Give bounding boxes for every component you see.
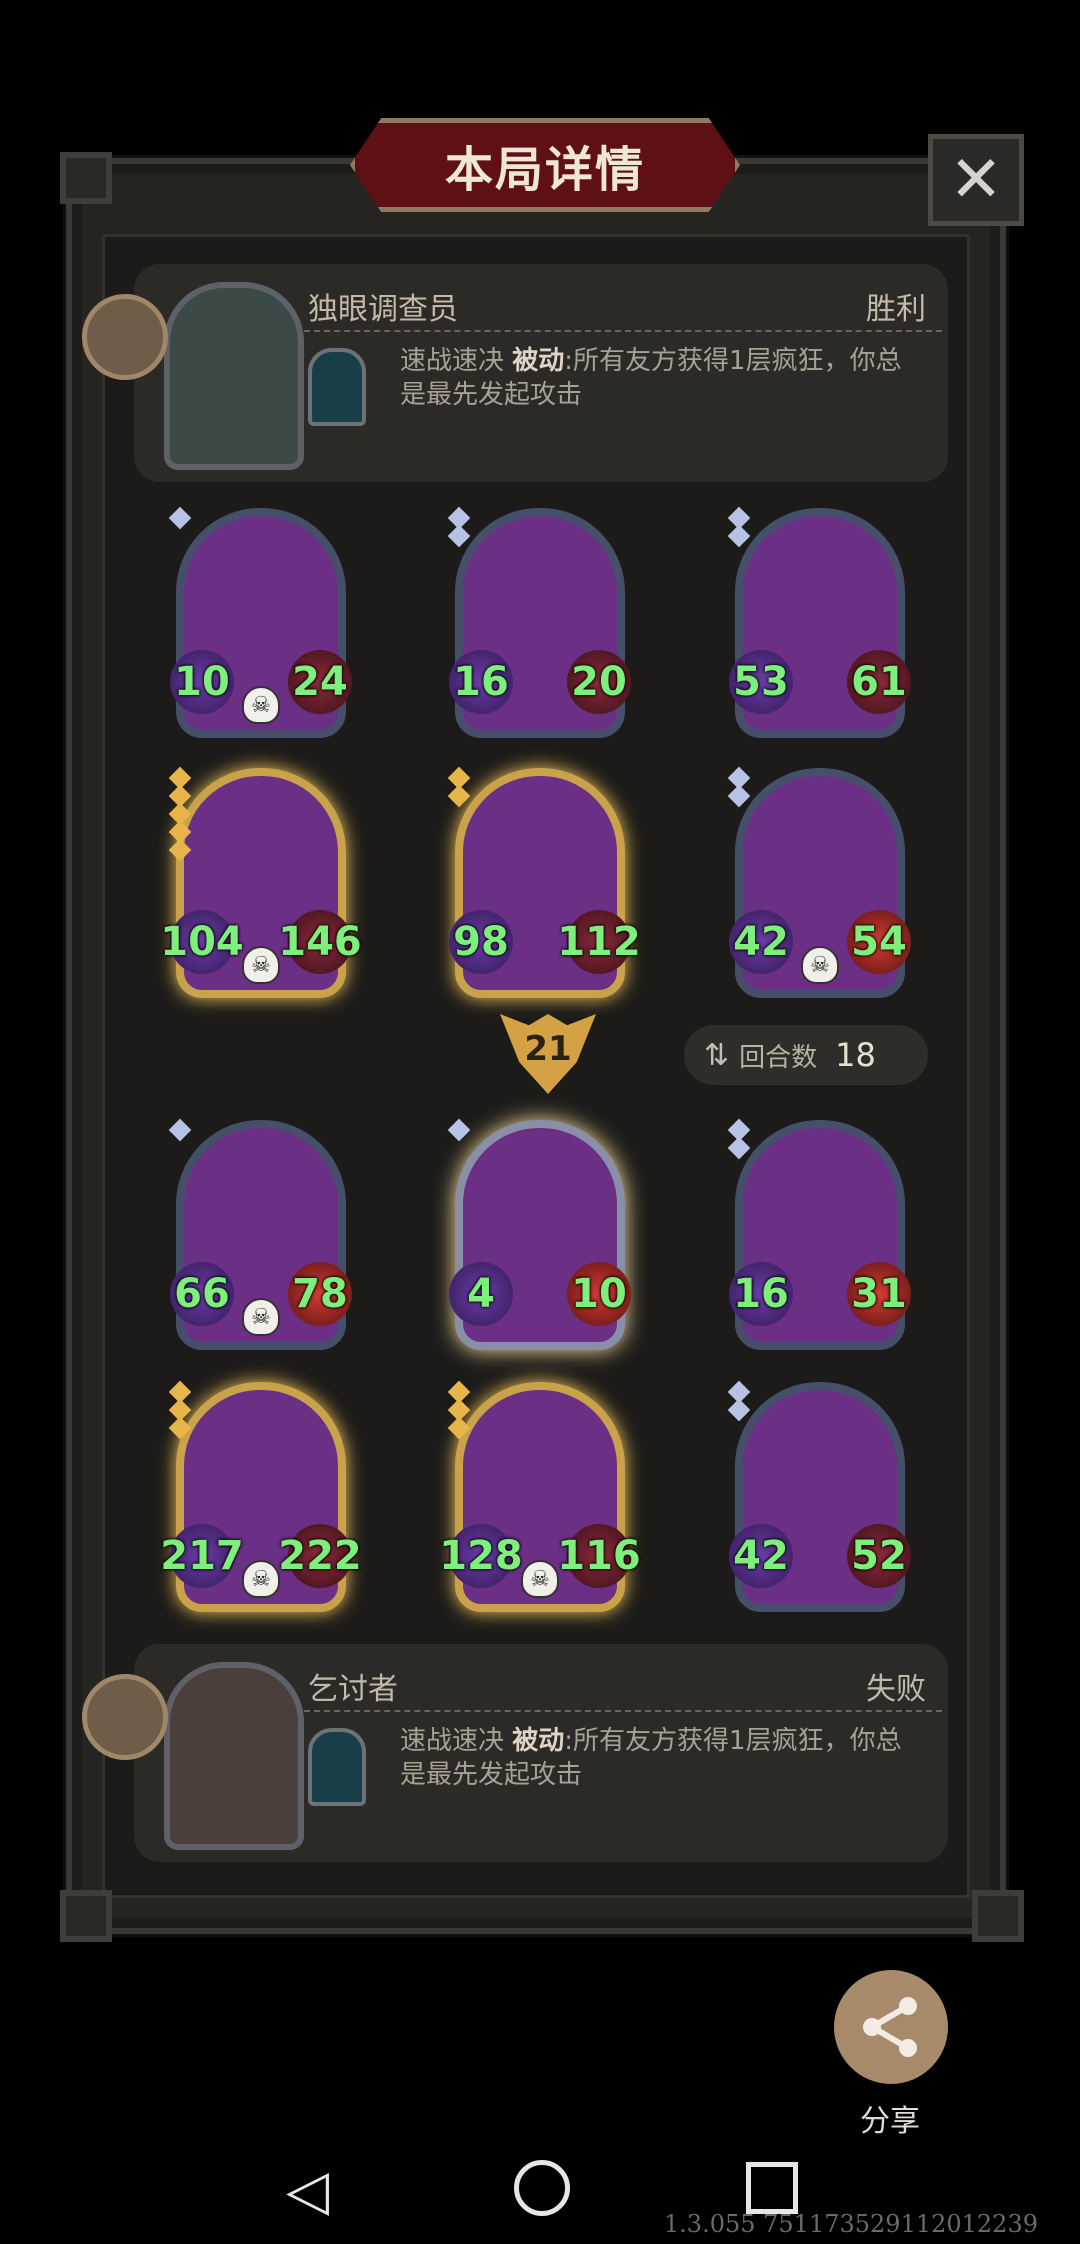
health-stat: 116 bbox=[557, 1524, 641, 1588]
unit-card[interactable]: 128 ☠ 116 bbox=[439, 1380, 641, 1612]
skull-icon: ☠ bbox=[521, 1560, 559, 1598]
attack-stat: 128 bbox=[439, 1524, 523, 1588]
skill-type: 被动 bbox=[512, 1726, 565, 1756]
health-stat: 78 bbox=[288, 1262, 352, 1326]
health-stat: 24 bbox=[288, 650, 352, 714]
page-title: 本局详情 bbox=[444, 142, 645, 198]
skull-icon: ☠ bbox=[242, 946, 280, 984]
skill-icon bbox=[308, 348, 366, 426]
skill-icon bbox=[308, 1728, 366, 1806]
attack-stat: 42 bbox=[729, 1524, 793, 1588]
player-result: 胜利 bbox=[866, 292, 926, 327]
health-stat: 61 bbox=[847, 650, 911, 714]
health-stat: 20 bbox=[567, 650, 631, 714]
back-icon[interactable]: ◁ bbox=[286, 2158, 329, 2223]
skill-description: 速战速决 被动:所有友方获得1层疯狂，你总是最先发起攻击 bbox=[400, 1724, 920, 1792]
player-summary-bottom: 乞讨者 失败 速战速决 被动:所有友方获得1层疯狂，你总是最先发起攻击 bbox=[82, 1644, 948, 1862]
rounds-value: 18 bbox=[835, 1036, 876, 1074]
skill-name: 速战速决 bbox=[400, 1726, 505, 1756]
health-stat: 10 bbox=[567, 1262, 631, 1326]
share-label: 分享 bbox=[860, 2104, 920, 2139]
unit-card[interactable]: 217 ☠ 222 bbox=[160, 1380, 362, 1612]
attack-stat: 217 bbox=[160, 1524, 244, 1588]
unit-card[interactable]: 42 ☠ 54 bbox=[727, 766, 911, 998]
panel-corner bbox=[972, 1890, 1024, 1942]
attack-stat: 42 bbox=[729, 910, 793, 974]
pocketwatch-icon bbox=[82, 1674, 168, 1760]
share-icon bbox=[863, 1997, 917, 2057]
player-name: 乞讨者 bbox=[308, 1672, 398, 1707]
unit-card[interactable]: 10 ☠ 24 bbox=[168, 506, 352, 738]
skill-type: 被动 bbox=[512, 346, 565, 376]
title-banner: 本局详情 bbox=[350, 118, 740, 212]
close-icon: ✕ bbox=[949, 143, 1003, 217]
health-stat: 52 bbox=[847, 1524, 911, 1588]
panel-corner bbox=[60, 1890, 112, 1942]
attack-stat: 104 bbox=[160, 910, 244, 974]
skull-icon: ☠ bbox=[242, 1560, 280, 1598]
attack-stat: 53 bbox=[729, 650, 793, 714]
unit-card[interactable]: 4 10 bbox=[447, 1118, 631, 1350]
skill-name: 速战速决 bbox=[400, 346, 505, 376]
health-stat: 112 bbox=[557, 910, 641, 974]
swap-icon: ⇅ bbox=[704, 1037, 730, 1073]
health-stat: 54 bbox=[847, 910, 911, 974]
unit-card[interactable]: 53 61 bbox=[727, 506, 911, 738]
attack-stat: 16 bbox=[449, 650, 513, 714]
player-avatar bbox=[164, 282, 304, 470]
share-button[interactable] bbox=[834, 1970, 948, 2084]
attack-stat: 4 bbox=[449, 1262, 513, 1326]
unit-card[interactable]: 104 ☠ 146 bbox=[160, 766, 362, 998]
skill-description: 速战速决 被动:所有友方获得1层疯狂，你总是最先发起攻击 bbox=[400, 344, 920, 412]
attack-stat: 10 bbox=[170, 650, 234, 714]
unit-card[interactable]: 66 ☠ 78 bbox=[168, 1118, 352, 1350]
health-stat: 146 bbox=[278, 910, 362, 974]
unit-card[interactable]: 42 52 bbox=[727, 1380, 911, 1612]
attack-stat: 66 bbox=[170, 1262, 234, 1326]
recent-apps-icon[interactable] bbox=[746, 2162, 798, 2214]
rounds-label: 回合数 bbox=[739, 1042, 818, 1073]
skull-icon: ☠ bbox=[242, 686, 280, 724]
health-stat: 222 bbox=[278, 1524, 362, 1588]
version-text: 1.3.055 751173529112012239 bbox=[663, 2210, 1038, 2238]
panel-corner bbox=[60, 152, 112, 204]
rounds-counter: ⇅ 回合数 18 bbox=[684, 1025, 928, 1085]
unit-card[interactable]: 16 20 bbox=[447, 506, 631, 738]
skull-icon: ☠ bbox=[801, 946, 839, 984]
player-result: 失败 bbox=[866, 1672, 926, 1707]
pocketwatch-icon bbox=[82, 294, 168, 380]
player-avatar bbox=[164, 1662, 304, 1850]
unit-card[interactable]: 98 112 bbox=[447, 766, 641, 998]
unit-card[interactable]: 16 31 bbox=[727, 1118, 911, 1350]
home-icon[interactable] bbox=[514, 2160, 570, 2216]
divider bbox=[304, 330, 942, 332]
skull-icon: ☠ bbox=[242, 1298, 280, 1336]
divider bbox=[304, 1710, 942, 1712]
attack-stat: 16 bbox=[729, 1262, 793, 1326]
health-stat: 31 bbox=[847, 1262, 911, 1326]
player-name: 独眼调查员 bbox=[308, 292, 458, 327]
close-button[interactable]: ✕ bbox=[928, 134, 1024, 226]
player-summary-top: 独眼调查员 胜利 速战速决 被动:所有友方获得1层疯狂，你总是最先发起攻击 bbox=[82, 264, 948, 482]
attack-stat: 98 bbox=[449, 910, 513, 974]
